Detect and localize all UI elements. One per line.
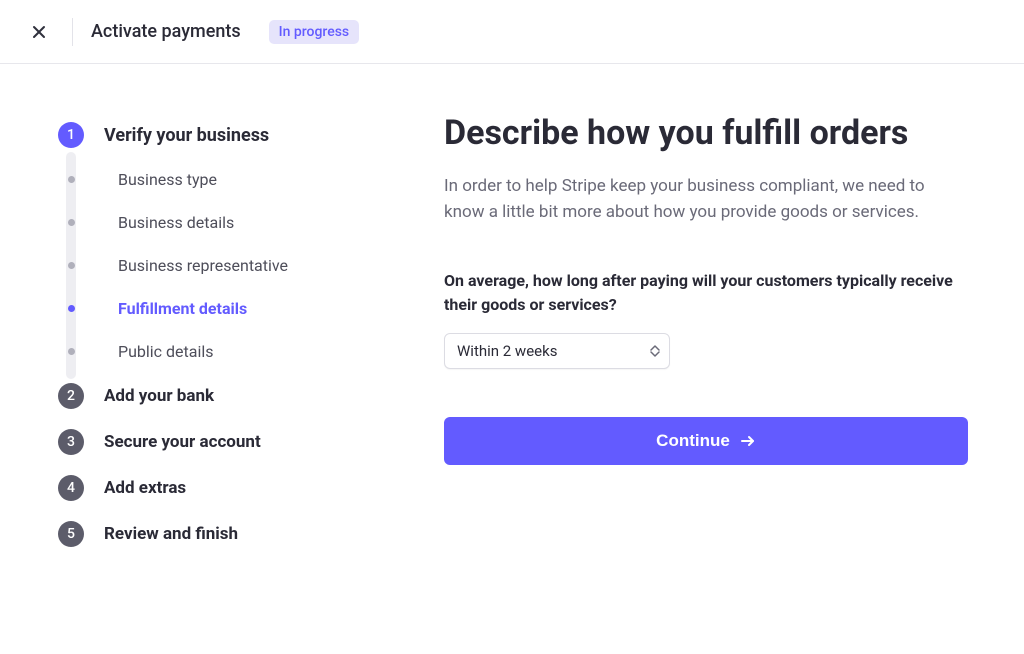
substep-fulfillment-details[interactable]: Fulfillment details [56,287,356,330]
close-icon [31,24,47,40]
page-title: Activate payments [91,21,241,42]
substep-business-details[interactable]: Business details [56,201,356,244]
continue-label: Continue [656,431,730,451]
substep-list: Business type Business details Business … [56,158,356,373]
step-label: Add your bank [104,386,214,406]
substep-label: Public details [118,342,214,361]
substep-label: Business type [118,170,217,189]
substep-business-type[interactable]: Business type [56,158,356,201]
step-label: Secure your account [104,432,261,452]
substep-dot [68,219,75,226]
close-button[interactable] [24,17,54,47]
header: Activate payments In progress [0,0,1024,64]
select-value: Within 2 weeks [457,342,557,360]
continue-button[interactable]: Continue [444,417,968,465]
step-number-4: 4 [58,475,84,501]
substep-label: Business details [118,213,234,232]
nav-step-add-bank[interactable]: 2 Add your bank [56,373,356,419]
header-divider [72,18,73,46]
substep-label: Business representative [118,256,288,275]
substep-public-details[interactable]: Public details [56,330,356,373]
substep-dot [68,348,75,355]
substep-dot [68,305,75,312]
fulfillment-time-select[interactable]: Within 2 weeks [444,333,670,369]
substep-dot [68,176,75,183]
step-number-1: 1 [58,122,84,148]
step-number-5: 5 [58,521,84,547]
nav-step-review-finish[interactable]: 5 Review and finish [56,511,356,557]
main-panel: Describe how you fulfill orders In order… [444,112,968,557]
substep-label: Fulfillment details [118,299,247,318]
field-label-fulfillment-time: On average, how long after paying will y… [444,269,968,317]
onboarding-nav: 1 Verify your business Business type Bus… [56,112,356,557]
main-lead-text: In order to help Stripe keep your busine… [444,173,968,226]
step-number-2: 2 [58,383,84,409]
step-label: Verify your business [104,125,269,146]
substep-business-representative[interactable]: Business representative [56,244,356,287]
status-badge: In progress [269,20,360,44]
nav-step-secure-account[interactable]: 3 Secure your account [56,419,356,465]
substep-dot [68,262,75,269]
main-heading: Describe how you fulfill orders [444,112,968,155]
nav-step-add-extras[interactable]: 4 Add extras [56,465,356,511]
step-label: Review and finish [104,524,238,544]
step-label: Add extras [104,478,186,498]
nav-step-verify-business[interactable]: 1 Verify your business [56,112,356,158]
step-number-3: 3 [58,429,84,455]
arrow-right-icon [740,433,756,449]
content-area: 1 Verify your business Business type Bus… [0,64,1024,557]
